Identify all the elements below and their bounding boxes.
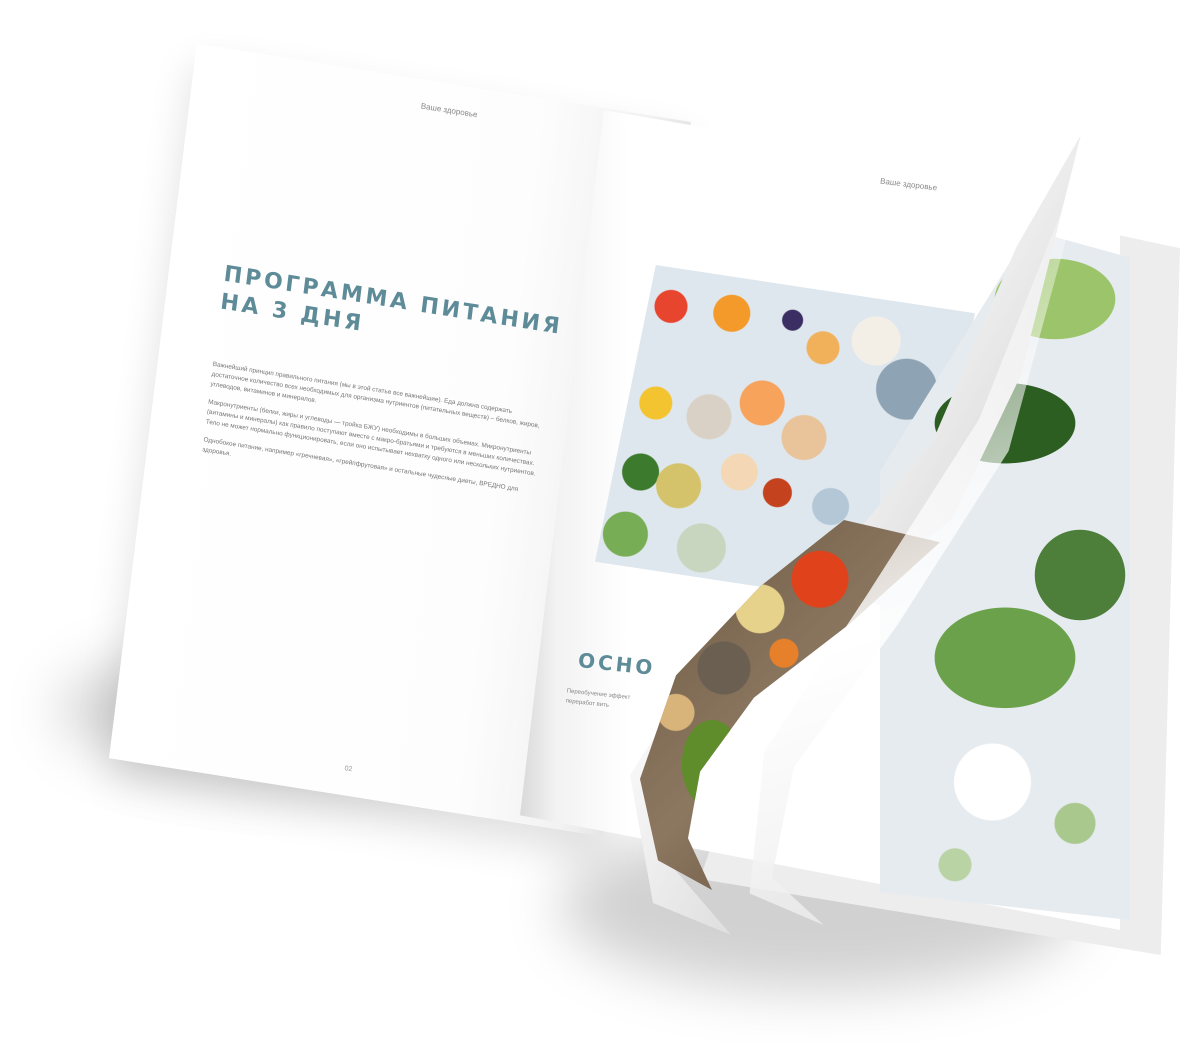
left-running-header: Ваше здоровье [420,101,479,120]
magazine-mockup: Ваше здоровье ПРОГРАММА ПИТАНИЯ НА 3 ДНЯ… [0,0,1191,1043]
body-text: Важнейший принцип правильного питания (м… [201,360,550,516]
page-title: ПРОГРАММА ПИТАНИЯ НА 3 ДНЯ [219,261,582,373]
page-number: 02 [344,765,353,774]
